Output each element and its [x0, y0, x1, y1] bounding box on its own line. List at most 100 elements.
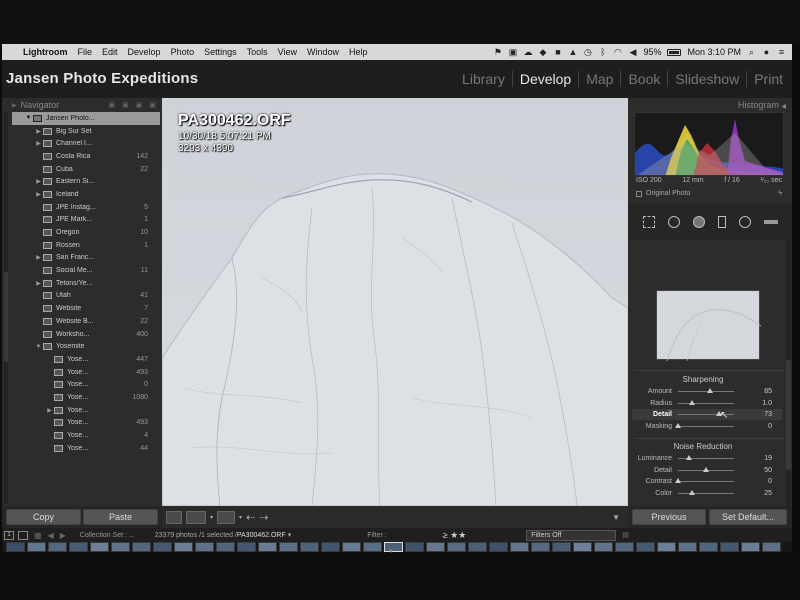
- filmstrip-thumbnail[interactable]: [90, 542, 109, 552]
- slider-knob[interactable]: [689, 489, 695, 495]
- disclosure-triangle-icon[interactable]: ▶: [45, 407, 54, 414]
- red-eye-tool-icon[interactable]: [692, 216, 705, 228]
- zoom-1to1-icon[interactable]: ▣: [136, 101, 143, 109]
- folder-item[interactable]: Yose... 493: [12, 366, 160, 379]
- folder-item[interactable]: JPE Mark... 1: [12, 214, 160, 227]
- folder-item[interactable]: Utah 41: [12, 290, 160, 303]
- filmstrip-thumbnail[interactable]: [468, 542, 487, 552]
- filmstrip-thumbnail[interactable]: [258, 542, 277, 552]
- folder-item[interactable]: Oregon 10: [12, 226, 160, 239]
- left-panel-scrollbar[interactable]: [4, 112, 8, 504]
- navigator-header[interactable]: ▶ Navigator ▣ ▣ ▣ ▣: [2, 98, 162, 112]
- disclosure-triangle-icon[interactable]: ▼: [34, 344, 43, 350]
- menu-develop[interactable]: Develop: [123, 47, 166, 57]
- filmstrip-thumbnail[interactable]: [174, 542, 193, 552]
- disclosure-triangle-icon[interactable]: ▶: [34, 128, 43, 135]
- folder-item[interactable]: Rossen 1: [12, 239, 160, 252]
- slider-value[interactable]: 0: [734, 423, 772, 430]
- slider-knob[interactable]: [706, 388, 713, 393]
- filmstrip-thumbnail[interactable]: [6, 542, 25, 552]
- folder-item[interactable]: ▶ Channel I...: [12, 137, 160, 150]
- folder-item[interactable]: Costa Rica 142: [12, 150, 160, 163]
- slider-knob[interactable]: [675, 422, 681, 428]
- module-map[interactable]: Map: [578, 71, 620, 87]
- slider-value[interactable]: 73: [734, 411, 772, 418]
- folder-item[interactable]: ▼ Yosemite: [12, 340, 160, 353]
- filmstrip-thumbnail[interactable]: [321, 542, 340, 552]
- menu-window[interactable]: Window: [302, 47, 344, 57]
- filmstrip-thumbnail[interactable]: [69, 542, 88, 552]
- folder-item[interactable]: ▶ Big Sur Set: [12, 125, 160, 138]
- menu-file[interactable]: File: [73, 47, 98, 57]
- battery-icon[interactable]: [667, 48, 682, 56]
- filmstrip-thumbnail[interactable]: [636, 542, 655, 552]
- menu-view[interactable]: View: [273, 47, 302, 57]
- back-arrow-icon[interactable]: ◀: [48, 531, 54, 540]
- filmstrip-thumbnail[interactable]: [741, 542, 760, 552]
- disclosure-triangle-icon[interactable]: ▶: [34, 280, 43, 287]
- menu-edit[interactable]: Edit: [97, 47, 123, 57]
- folder-item[interactable]: Cuba 22: [12, 163, 160, 176]
- slider-track[interactable]: [675, 478, 734, 483]
- crop-tool-icon[interactable]: [642, 216, 655, 228]
- collapse-triangle-icon[interactable]: ▶: [12, 102, 17, 109]
- clock-icon[interactable]: ◷: [583, 47, 592, 57]
- menu-tools[interactable]: Tools: [242, 47, 273, 57]
- slider-value[interactable]: 25: [734, 490, 772, 497]
- lightning-icon[interactable]: ϟ: [778, 190, 782, 197]
- filmstrip-thumbnail[interactable]: [342, 542, 361, 552]
- upload-icon[interactable]: ▲: [568, 47, 577, 57]
- before-after-toggle-icon[interactable]: [217, 510, 236, 524]
- disclosure-triangle-icon[interactable]: ▼: [24, 115, 33, 121]
- filmstrip-thumbnail[interactable]: [426, 542, 445, 552]
- photo-preview[interactable]: PA300462.ORF 10/30/18 5:07:21 PM 3293 x …: [162, 98, 628, 506]
- filmstrip-thumbnail[interactable]: [405, 542, 424, 552]
- slider-knob[interactable]: [703, 466, 709, 472]
- toolbar-options-caret-icon[interactable]: ▼: [612, 513, 620, 522]
- zoom-custom-icon[interactable]: ▣: [149, 101, 156, 109]
- slider-value[interactable]: 19: [734, 455, 772, 462]
- before-after-view-icon[interactable]: [186, 510, 206, 524]
- module-print[interactable]: Print: [746, 71, 790, 87]
- slider-knob[interactable]: [675, 478, 681, 483]
- zoom-fill-icon[interactable]: ▣: [122, 101, 129, 109]
- filmstrip-thumbnail[interactable]: [153, 542, 172, 552]
- filter-switch-icon[interactable]: ▤: [622, 531, 629, 539]
- folder-item[interactable]: Worksho... 400: [12, 328, 160, 341]
- bluetooth-icon[interactable]: ᛒ: [598, 47, 607, 57]
- filmstrip-thumbnail[interactable]: [678, 542, 697, 552]
- disclosure-triangle-icon[interactable]: ▶: [34, 178, 43, 185]
- filmstrip-thumbnail[interactable]: [447, 542, 466, 552]
- page-1-toggle[interactable]: 1: [4, 530, 14, 540]
- slider-value[interactable]: 1.0: [734, 400, 772, 407]
- filmstrip-thumbnail[interactable]: [552, 542, 571, 552]
- filmstrip-thumbnail[interactable]: [489, 542, 508, 552]
- slider-track[interactable]: [678, 388, 734, 393]
- slider-knob[interactable]: [689, 399, 695, 405]
- filmstrip[interactable]: [2, 542, 792, 552]
- disclosure-triangle-icon[interactable]: ▶: [34, 191, 43, 198]
- histogram-header[interactable]: Histogram ◀: [628, 98, 792, 112]
- filmstrip-collapse-caret-icon[interactable]: ▼: [388, 549, 394, 555]
- folder-item[interactable]: Yose... 0: [12, 378, 160, 391]
- filmstrip-thumbnail[interactable]: [531, 542, 550, 552]
- filmstrip-thumbnail[interactable]: [699, 542, 718, 552]
- folder-item[interactable]: Yose... 447: [12, 353, 160, 366]
- disclosure-triangle-icon[interactable]: ▶: [34, 140, 43, 147]
- slider-track[interactable]: [678, 399, 734, 405]
- cloud-icon[interactable]: ☁: [523, 47, 532, 57]
- folder-item[interactable]: Yose... 1080: [12, 391, 160, 404]
- paste-button[interactable]: Paste: [83, 509, 158, 525]
- folder-item[interactable]: ▶ Yose...: [12, 404, 160, 417]
- folder-item[interactable]: Social Me... 11: [12, 264, 160, 277]
- wifi-icon[interactable]: ◠: [613, 47, 622, 57]
- adjustment-brush-icon[interactable]: [763, 220, 778, 224]
- flag-icon[interactable]: ⚑: [493, 47, 502, 57]
- original-photo-checkbox[interactable]: [636, 190, 642, 197]
- menu-photo[interactable]: Photo: [166, 47, 200, 57]
- menu-settings[interactable]: Settings: [199, 47, 242, 57]
- module-develop[interactable]: Develop: [511, 71, 578, 87]
- menubar-clock[interactable]: Mon 3:10 PM: [687, 47, 741, 57]
- volume-icon[interactable]: ◀: [628, 47, 637, 57]
- slider-track[interactable]: [675, 422, 734, 428]
